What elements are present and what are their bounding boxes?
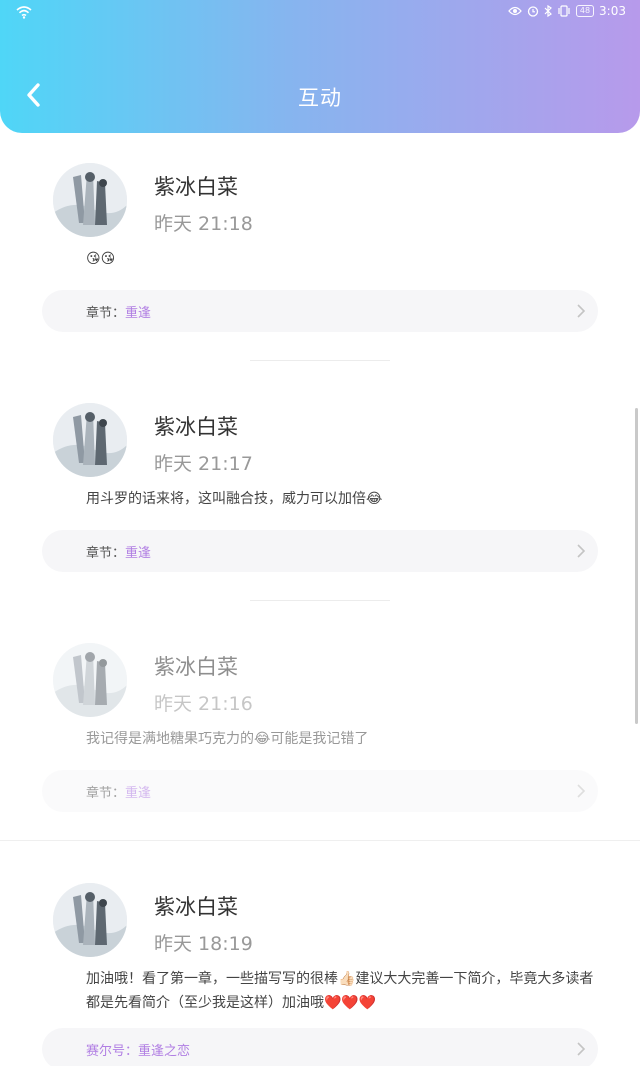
- alarm-icon: [527, 6, 539, 17]
- comment-time: 昨天 21:17: [154, 453, 253, 475]
- battery-icon: 48: [575, 5, 595, 17]
- chevron-right-icon: [577, 544, 586, 558]
- avatar[interactable]: [53, 163, 127, 237]
- chapter-label: 章节：重逢: [86, 546, 152, 561]
- comment-text: 用斗罗的话来将，这叫融合技，威力可以加倍😂: [86, 491, 383, 507]
- chapter-label: 章节：重逢: [86, 306, 152, 321]
- wifi-icon: [16, 6, 32, 19]
- comment-text: 我记得是满地糖果巧克力的😂可能是我记错了: [86, 731, 369, 747]
- chapter-label: 章节：重逢: [86, 786, 152, 801]
- chapter-title: 重逢之恋: [138, 1044, 191, 1059]
- avatar-illustration: [53, 643, 127, 717]
- comment-time: 昨天 21:16: [154, 693, 253, 715]
- eye-icon: [508, 6, 522, 16]
- commenter-name[interactable]: 紫冰白菜: [154, 171, 238, 201]
- comment-card[interactable]: 紫冰白菜 昨天 21:18 😘😘 章节：重逢: [0, 133, 640, 373]
- avatar[interactable]: [53, 883, 127, 957]
- commenter-name[interactable]: 紫冰白菜: [154, 891, 238, 921]
- scrollbar[interactable]: [635, 408, 638, 724]
- divider: [250, 600, 390, 601]
- avatar-illustration: [53, 163, 127, 237]
- comment-text: 😘😘: [86, 251, 116, 267]
- chapter-title: 重逢: [125, 786, 152, 801]
- comment-time: 昨天 18:19: [154, 933, 253, 955]
- chapter-title: 重逢: [125, 306, 152, 321]
- page-title: 互动: [298, 86, 342, 110]
- chapter-link[interactable]: 章节：重逢: [42, 770, 598, 812]
- comment-text: 加油哦！看了第一章，一些描写写的很棒👍🏻建议大大完善一下简介，毕竟大多读者都是先…: [86, 971, 594, 1011]
- avatar-illustration: [53, 883, 127, 957]
- chapter-link[interactable]: 章节：重逢: [42, 530, 598, 572]
- bluetooth-icon: [544, 5, 552, 17]
- chevron-right-icon: [577, 1042, 586, 1056]
- avatar[interactable]: [53, 643, 127, 717]
- comment-card[interactable]: 紫冰白菜 昨天 18:19 加油哦！看了第一章，一些描写写的很棒👍🏻建议大大完善…: [0, 853, 640, 1066]
- comment-card[interactable]: 紫冰白菜 昨天 21:16 我记得是满地糖果巧克力的😂可能是我记错了 章节：重逢: [0, 613, 640, 853]
- chapter-title: 重逢: [125, 546, 152, 561]
- chevron-right-icon: [577, 784, 586, 798]
- status-bar: 48 3:03: [0, 0, 640, 26]
- app-header: 48 3:03 互动: [0, 0, 640, 133]
- chapter-link[interactable]: 章节：重逢: [42, 290, 598, 332]
- chapter-link[interactable]: 赛尔号：重逢之恋: [42, 1028, 598, 1066]
- comment-card[interactable]: 紫冰白菜 昨天 21:17 用斗罗的话来将，这叫融合技，威力可以加倍😂 章节：重…: [0, 373, 640, 613]
- divider: [250, 360, 390, 361]
- avatar[interactable]: [53, 403, 127, 477]
- avatar-illustration: [53, 403, 127, 477]
- commenter-name[interactable]: 紫冰白菜: [154, 411, 238, 441]
- vibrate-icon: [558, 5, 570, 17]
- chapter-label: 赛尔号：重逢之恋: [86, 1044, 191, 1059]
- chevron-right-icon: [577, 304, 586, 318]
- clock-time: 3:03: [599, 4, 626, 18]
- divider: [0, 840, 640, 841]
- comment-time: 昨天 21:18: [154, 213, 253, 235]
- commenter-name[interactable]: 紫冰白菜: [154, 651, 238, 681]
